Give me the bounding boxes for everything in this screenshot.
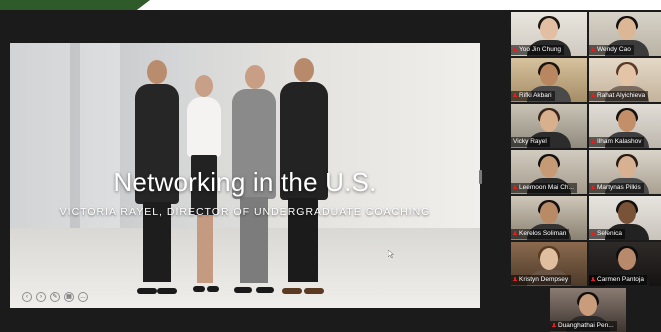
participant-name-label: Wendy Cao [589, 45, 634, 55]
participant-gallery: Yoo Jin Chung Wendy Cao Rifki Akbari Rah… [511, 12, 661, 332]
participant-name-label: Duanghathai Pen... [550, 321, 617, 331]
grid-icon[interactable]: ▦ [64, 292, 74, 302]
mic-muted-icon [591, 185, 595, 191]
participant-name-label: Ilham Kalashov [589, 137, 645, 147]
more-icon[interactable]: … [78, 292, 88, 302]
previous-icon[interactable]: ‹ [22, 292, 32, 302]
window-pane [80, 43, 120, 233]
participant-tile[interactable]: Kerelos Soliman [511, 196, 587, 240]
participant-tile[interactable]: Duanghathai Pen... [550, 288, 626, 332]
participant-tile[interactable]: Ilham Kalashov [589, 104, 661, 148]
slide-subtitle: VICTORIA RAYEL, DIRECTOR OF UNDERGRADUAT… [59, 206, 431, 218]
participant-name-label: Leemoon Mai Ch... [511, 183, 577, 193]
participant-name-label: Rahat Alyichieva [589, 91, 649, 101]
participant-name-label: Kristyn Dempsey [511, 275, 572, 285]
participant-tile[interactable]: Rifki Akbari [511, 58, 587, 102]
participant-tile[interactable]: Rahat Alyichieva [589, 58, 661, 102]
panel-splitter-handle[interactable] [479, 170, 482, 184]
mic-muted-icon [591, 93, 595, 99]
next-icon[interactable]: › [36, 292, 46, 302]
mic-muted-icon [513, 231, 517, 237]
mic-muted-icon [513, 47, 517, 53]
mic-muted-icon [591, 47, 595, 53]
mic-muted-icon [513, 93, 517, 99]
mic-muted-icon [513, 185, 517, 191]
mic-muted-icon [513, 277, 517, 283]
participant-tile[interactable]: Leemoon Mai Ch... [511, 150, 587, 194]
mouse-cursor-icon [388, 250, 394, 258]
participant-name-label: Martynas Pilkis [589, 183, 644, 193]
mic-muted-icon [552, 323, 556, 329]
participant-tile[interactable]: Kristyn Dempsey [511, 242, 587, 286]
participant-tile-active-speaker[interactable]: Vicky Rayel [511, 104, 587, 148]
window-pane [10, 43, 70, 233]
participant-tile[interactable]: Martynas Pilkis [589, 150, 661, 194]
pen-icon[interactable]: ✎ [50, 292, 60, 302]
shared-screen[interactable]: Networking in the U.S. VICTORIA RAYEL, D… [10, 43, 480, 308]
participant-tile[interactable]: Yoo Jin Chung [511, 12, 587, 56]
mic-muted-icon [591, 277, 595, 283]
slide-controls: ‹ › ✎ ▦ … [22, 292, 88, 302]
participant-tile[interactable]: Wendy Cao [589, 12, 661, 56]
participant-name-label: Yoo Jin Chung [511, 45, 565, 55]
mic-muted-icon [591, 139, 595, 145]
participant-name-label: Kerelos Soliman [511, 229, 570, 239]
participant-tile[interactable]: Selenica [589, 196, 661, 240]
participant-tile[interactable]: Carmen Pantoja [589, 242, 661, 286]
participant-name-label: Vicky Rayel [511, 137, 550, 147]
participant-name-label: Carmen Pantoja [589, 275, 647, 285]
participant-name-label: Selenica [589, 229, 625, 239]
slide-title: Networking in the U.S. [113, 167, 377, 197]
participant-name-label: Rifki Akbari [511, 91, 555, 101]
mic-muted-icon [591, 231, 595, 237]
